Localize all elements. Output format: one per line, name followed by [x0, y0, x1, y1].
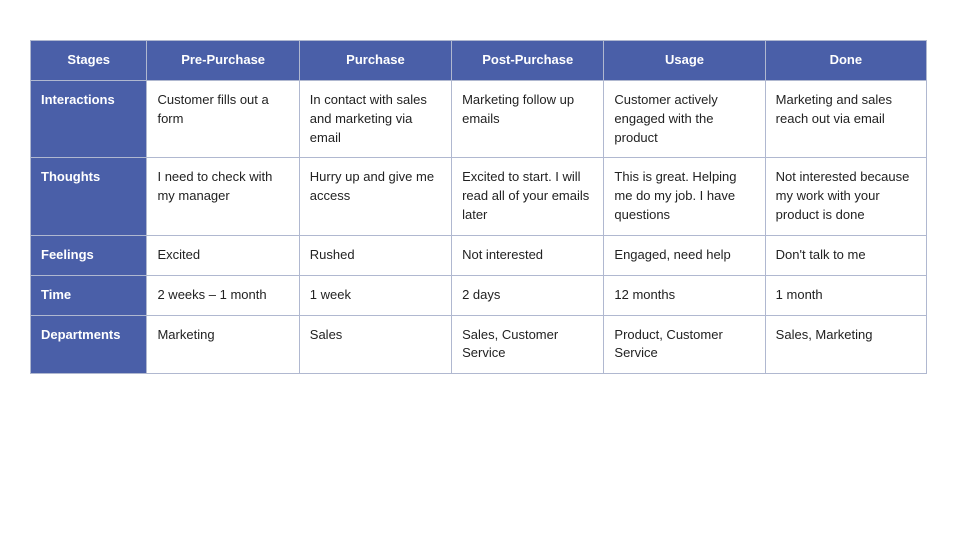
table-row: ThoughtsI need to check with my managerH… [31, 158, 927, 236]
header-cell-stages: Stages [31, 41, 147, 81]
header-cell-purchase: Purchase [299, 41, 451, 81]
cell-r2-c1: Rushed [299, 235, 451, 275]
cell-r1-c3: This is great. Helping me do my job. I h… [604, 158, 765, 236]
cell-r3-c4: 1 month [765, 275, 926, 315]
header-row: StagesPre-PurchasePurchasePost-PurchaseU… [31, 41, 927, 81]
header-cell-post-purchase: Post-Purchase [452, 41, 604, 81]
cell-r0-c0: Customer fills out a form [147, 80, 299, 158]
row-label-thoughts: Thoughts [31, 158, 147, 236]
cell-r4-c2: Sales, Customer Service [452, 315, 604, 374]
header-cell-usage: Usage [604, 41, 765, 81]
cell-r3-c3: 12 months [604, 275, 765, 315]
cell-r4-c0: Marketing [147, 315, 299, 374]
cell-r4-c4: Sales, Marketing [765, 315, 926, 374]
cell-r1-c0: I need to check with my manager [147, 158, 299, 236]
cell-r3-c1: 1 week [299, 275, 451, 315]
cell-r2-c4: Don't talk to me [765, 235, 926, 275]
cell-r1-c1: Hurry up and give me access [299, 158, 451, 236]
cell-r4-c3: Product, Customer Service [604, 315, 765, 374]
header-cell-done: Done [765, 41, 926, 81]
cell-r2-c3: Engaged, need help [604, 235, 765, 275]
journey-map-table: StagesPre-PurchasePurchasePost-PurchaseU… [30, 40, 927, 374]
table-row: Time2 weeks – 1 month1 week2 days12 mont… [31, 275, 927, 315]
cell-r2-c2: Not interested [452, 235, 604, 275]
cell-r1-c2: Excited to start. I will read all of you… [452, 158, 604, 236]
cell-r0-c2: Marketing follow up emails [452, 80, 604, 158]
cell-r2-c0: Excited [147, 235, 299, 275]
cell-r0-c3: Customer actively engaged with the produ… [604, 80, 765, 158]
cell-r4-c1: Sales [299, 315, 451, 374]
row-label-time: Time [31, 275, 147, 315]
row-label-departments: Departments [31, 315, 147, 374]
cell-r1-c4: Not interested because my work with your… [765, 158, 926, 236]
table-row: FeelingsExcitedRushedNot interestedEngag… [31, 235, 927, 275]
table-row: DepartmentsMarketingSalesSales, Customer… [31, 315, 927, 374]
cell-r3-c0: 2 weeks – 1 month [147, 275, 299, 315]
row-label-feelings: Feelings [31, 235, 147, 275]
row-label-interactions: Interactions [31, 80, 147, 158]
cell-r0-c1: In contact with sales and marketing via … [299, 80, 451, 158]
cell-r0-c4: Marketing and sales reach out via email [765, 80, 926, 158]
table-row: InteractionsCustomer fills out a formIn … [31, 80, 927, 158]
header-cell-pre-purchase: Pre-Purchase [147, 41, 299, 81]
cell-r3-c2: 2 days [452, 275, 604, 315]
